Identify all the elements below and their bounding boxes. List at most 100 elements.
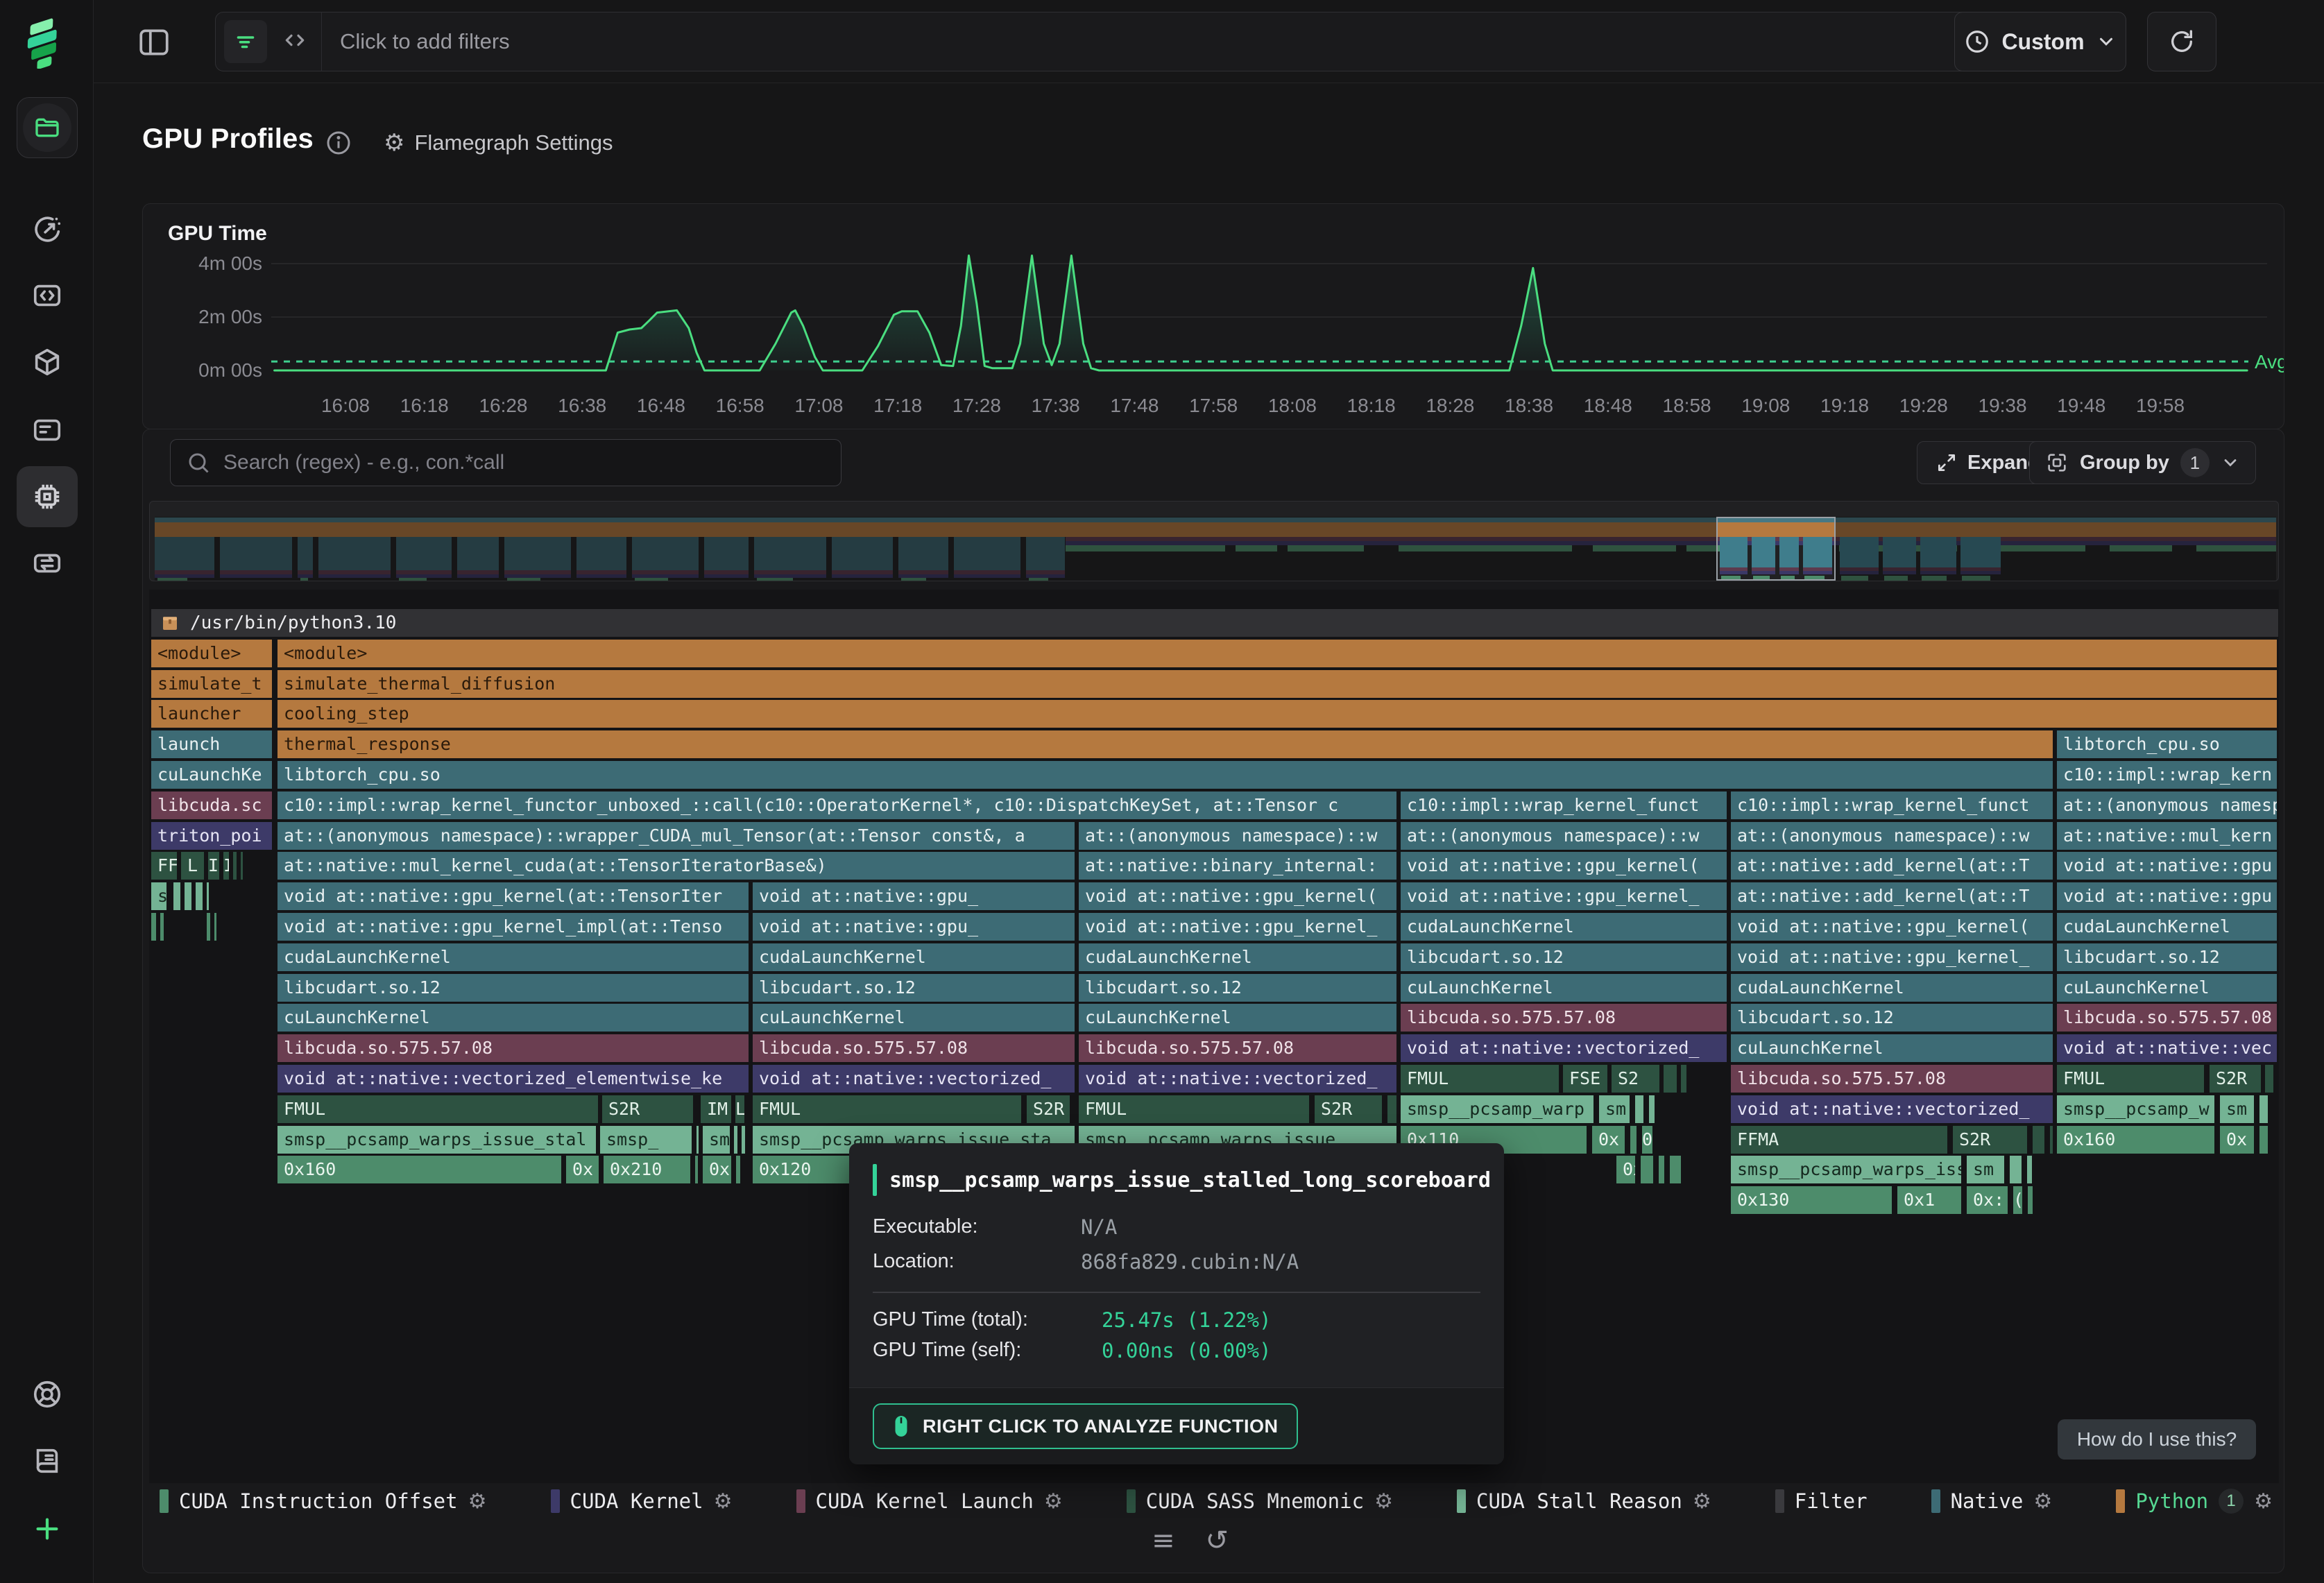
flame-cell[interactable]: sm xyxy=(2220,1095,2254,1123)
analyze-function-button[interactable]: RIGHT CLICK TO ANALYZE FUNCTION xyxy=(873,1403,1298,1449)
flame-cell[interactable]: at::native::binary_internal: xyxy=(1079,852,1396,880)
sidebar-item-doc-panel[interactable] xyxy=(17,400,78,461)
group-by-button[interactable]: Group by 1 xyxy=(2029,441,2256,484)
sidebar-item-folder[interactable] xyxy=(17,97,78,158)
flame-cell[interactable]: cudaLaunchKernel xyxy=(277,943,749,971)
flame-cell[interactable]: cooling_step xyxy=(277,700,2277,728)
flame-cell[interactable] xyxy=(2050,1126,2053,1154)
flame-cell[interactable]: smsp__pcsamp_warps_iss xyxy=(1731,1156,1961,1183)
flame-cell[interactable] xyxy=(1649,1095,1655,1123)
flame-cell[interactable]: S2R xyxy=(1953,1126,2027,1154)
sidebar-item-cube[interactable] xyxy=(17,332,78,393)
help-button[interactable]: How do I use this? xyxy=(2058,1419,2256,1460)
flame-cell[interactable]: I xyxy=(223,852,229,880)
flamegraph-minimap[interactable] xyxy=(149,501,2279,581)
gear-icon[interactable]: ⚙ xyxy=(1693,1489,1711,1514)
flame-cell[interactable]: FMUL xyxy=(2057,1065,2204,1093)
flame-cell[interactable]: void at::native::gpu_kernel_ xyxy=(1079,913,1396,941)
flame-cell[interactable] xyxy=(695,1156,698,1183)
flame-cell[interactable]: L xyxy=(735,1095,744,1123)
sidebar-item-chip[interactable] xyxy=(17,466,78,527)
flame-cell[interactable] xyxy=(196,882,203,910)
flame-cell[interactable]: cuLaunchKernel xyxy=(277,1004,749,1032)
flame-cell[interactable]: libcuda.sc xyxy=(151,792,272,819)
flame-cell[interactable]: void at::native::gpu_kernel_impl(at::Ten… xyxy=(277,913,749,941)
flamegraph-settings-button[interactable]: ⚙ Flamegraph Settings xyxy=(384,129,613,157)
flame-cell[interactable] xyxy=(207,882,209,910)
code-filter-icon[interactable] xyxy=(281,26,309,58)
flame-cell[interactable]: at::native::add_kernel(at::T xyxy=(1731,852,2053,880)
flame-cell[interactable]: smsp_ xyxy=(600,1126,692,1154)
sidebar-item-gauge[interactable] xyxy=(17,198,78,259)
flame-cell[interactable] xyxy=(1387,1095,1396,1123)
sidebar-item-lifebuoy[interactable] xyxy=(17,1364,78,1425)
flame-cell[interactable] xyxy=(1670,1156,1681,1183)
flame-cell[interactable] xyxy=(1635,1095,1643,1123)
flame-cell[interactable]: 0x xyxy=(1616,1156,1635,1183)
flame-cell[interactable]: I xyxy=(208,852,219,880)
gear-icon[interactable]: ⚙ xyxy=(714,1489,733,1514)
info-icon[interactable] xyxy=(325,129,352,160)
flame-cell[interactable]: c10::impl::wrap_kernel_funct xyxy=(1731,792,2053,819)
refresh-button[interactable] xyxy=(2147,12,2216,71)
flame-cell[interactable]: void at::native::gpu_kernel( xyxy=(1401,852,1727,880)
flame-cell[interactable]: cuLaunchKe xyxy=(151,761,272,789)
flame-cell[interactable]: void at::native::vectorized_elementwise_… xyxy=(277,1065,749,1093)
gear-icon[interactable]: ⚙ xyxy=(1044,1489,1063,1514)
flame-cell[interactable]: simulate_t xyxy=(151,670,272,698)
flame-cell[interactable]: libcuda.so.575.57.08 xyxy=(1731,1065,2053,1093)
flame-cell[interactable]: <module> xyxy=(277,640,2277,667)
sidebar-item-book[interactable] xyxy=(17,1430,78,1491)
flame-cell[interactable]: void at::native::gpu_kernel(at::TensorIt… xyxy=(277,882,749,910)
search-input[interactable]: Search (regex) - e.g., con.*call xyxy=(170,439,841,486)
flame-cell[interactable]: smsp__pcsamp_warps_issue_stal xyxy=(277,1126,596,1154)
flame-cell[interactable]: at::native::add_kernel(at::T xyxy=(1731,882,2053,910)
flame-cell[interactable]: smsp__pcsamp_w xyxy=(2057,1095,2214,1123)
flame-cell[interactable]: IM xyxy=(701,1095,731,1123)
flame-cell[interactable]: at::(anonymous namesp xyxy=(2057,792,2277,819)
flame-cell[interactable] xyxy=(697,1126,699,1154)
flame-cell[interactable]: launcher xyxy=(151,700,272,728)
flame-cell[interactable]: S2 xyxy=(1612,1065,1659,1093)
flame-cell[interactable] xyxy=(2259,1126,2268,1154)
flame-cell[interactable] xyxy=(2010,1156,2022,1183)
reset-view-icon[interactable]: ↺ xyxy=(1206,1525,1229,1557)
flame-cell[interactable] xyxy=(151,913,156,941)
time-range-button[interactable]: Custom xyxy=(1954,12,2126,71)
flame-cell[interactable] xyxy=(2027,1156,2032,1183)
flame-cell[interactable] xyxy=(2033,1126,2044,1154)
flame-cell[interactable]: S2R xyxy=(2210,1065,2261,1093)
flame-cell[interactable]: void at::native::gpu xyxy=(2057,852,2277,880)
flame-cell[interactable]: void at::native::vec xyxy=(2057,1034,2277,1062)
flame-cell[interactable]: void at::native::vectorized_ xyxy=(1731,1095,2053,1123)
flame-cell[interactable]: void at::native::gpu_kernel_ xyxy=(1731,943,2053,971)
flame-cell[interactable]: at::native::mul_kernel_cuda(at::TensorIt… xyxy=(277,852,1075,880)
flame-cell[interactable]: FMUL xyxy=(1079,1095,1309,1123)
flame-cell[interactable]: 0x xyxy=(1592,1126,1625,1154)
flame-cell[interactable]: ( xyxy=(2013,1186,2022,1214)
filter-bar[interactable]: Click to add filters xyxy=(215,12,2101,71)
flame-cell[interactable]: smsp__pcsamp_warp xyxy=(1401,1095,1594,1123)
flame-cell[interactable]: cudaLaunchKernel xyxy=(1401,913,1727,941)
flame-cell[interactable]: libcuda.so.575.57.08 xyxy=(277,1034,749,1062)
flame-cell[interactable]: 0x160 xyxy=(2057,1126,2214,1154)
list-icon[interactable]: ≡ xyxy=(1152,1525,1175,1557)
flame-cell[interactable]: sm xyxy=(1599,1095,1630,1123)
collapse-sidebar-icon[interactable] xyxy=(137,25,171,60)
flame-cell[interactable]: void at::native::gpu_ xyxy=(753,882,1075,910)
flame-cell[interactable]: 0x160 xyxy=(277,1156,561,1183)
flame-cell[interactable] xyxy=(742,1126,745,1154)
flame-cell[interactable]: 0x1 xyxy=(1897,1186,1961,1214)
gear-icon[interactable]: ⚙ xyxy=(468,1489,487,1514)
flame-cell[interactable] xyxy=(1630,1126,1637,1154)
flame-cell[interactable]: libcudart.so.12 xyxy=(2057,943,2277,971)
flame-cell[interactable]: 0x xyxy=(566,1156,599,1183)
flame-cell[interactable]: libcudart.so.12 xyxy=(1079,974,1396,1002)
sidebar-item-swap-rect[interactable] xyxy=(17,533,78,594)
gear-icon[interactable]: ⚙ xyxy=(2033,1489,2052,1514)
flame-cell[interactable] xyxy=(207,913,210,941)
flame-cell[interactable] xyxy=(2265,1065,2273,1093)
flame-cell[interactable] xyxy=(241,852,243,880)
flame-cell[interactable]: libcudart.so.12 xyxy=(277,974,749,1002)
flame-cell[interactable]: cuLaunchKernel xyxy=(1079,1004,1396,1032)
